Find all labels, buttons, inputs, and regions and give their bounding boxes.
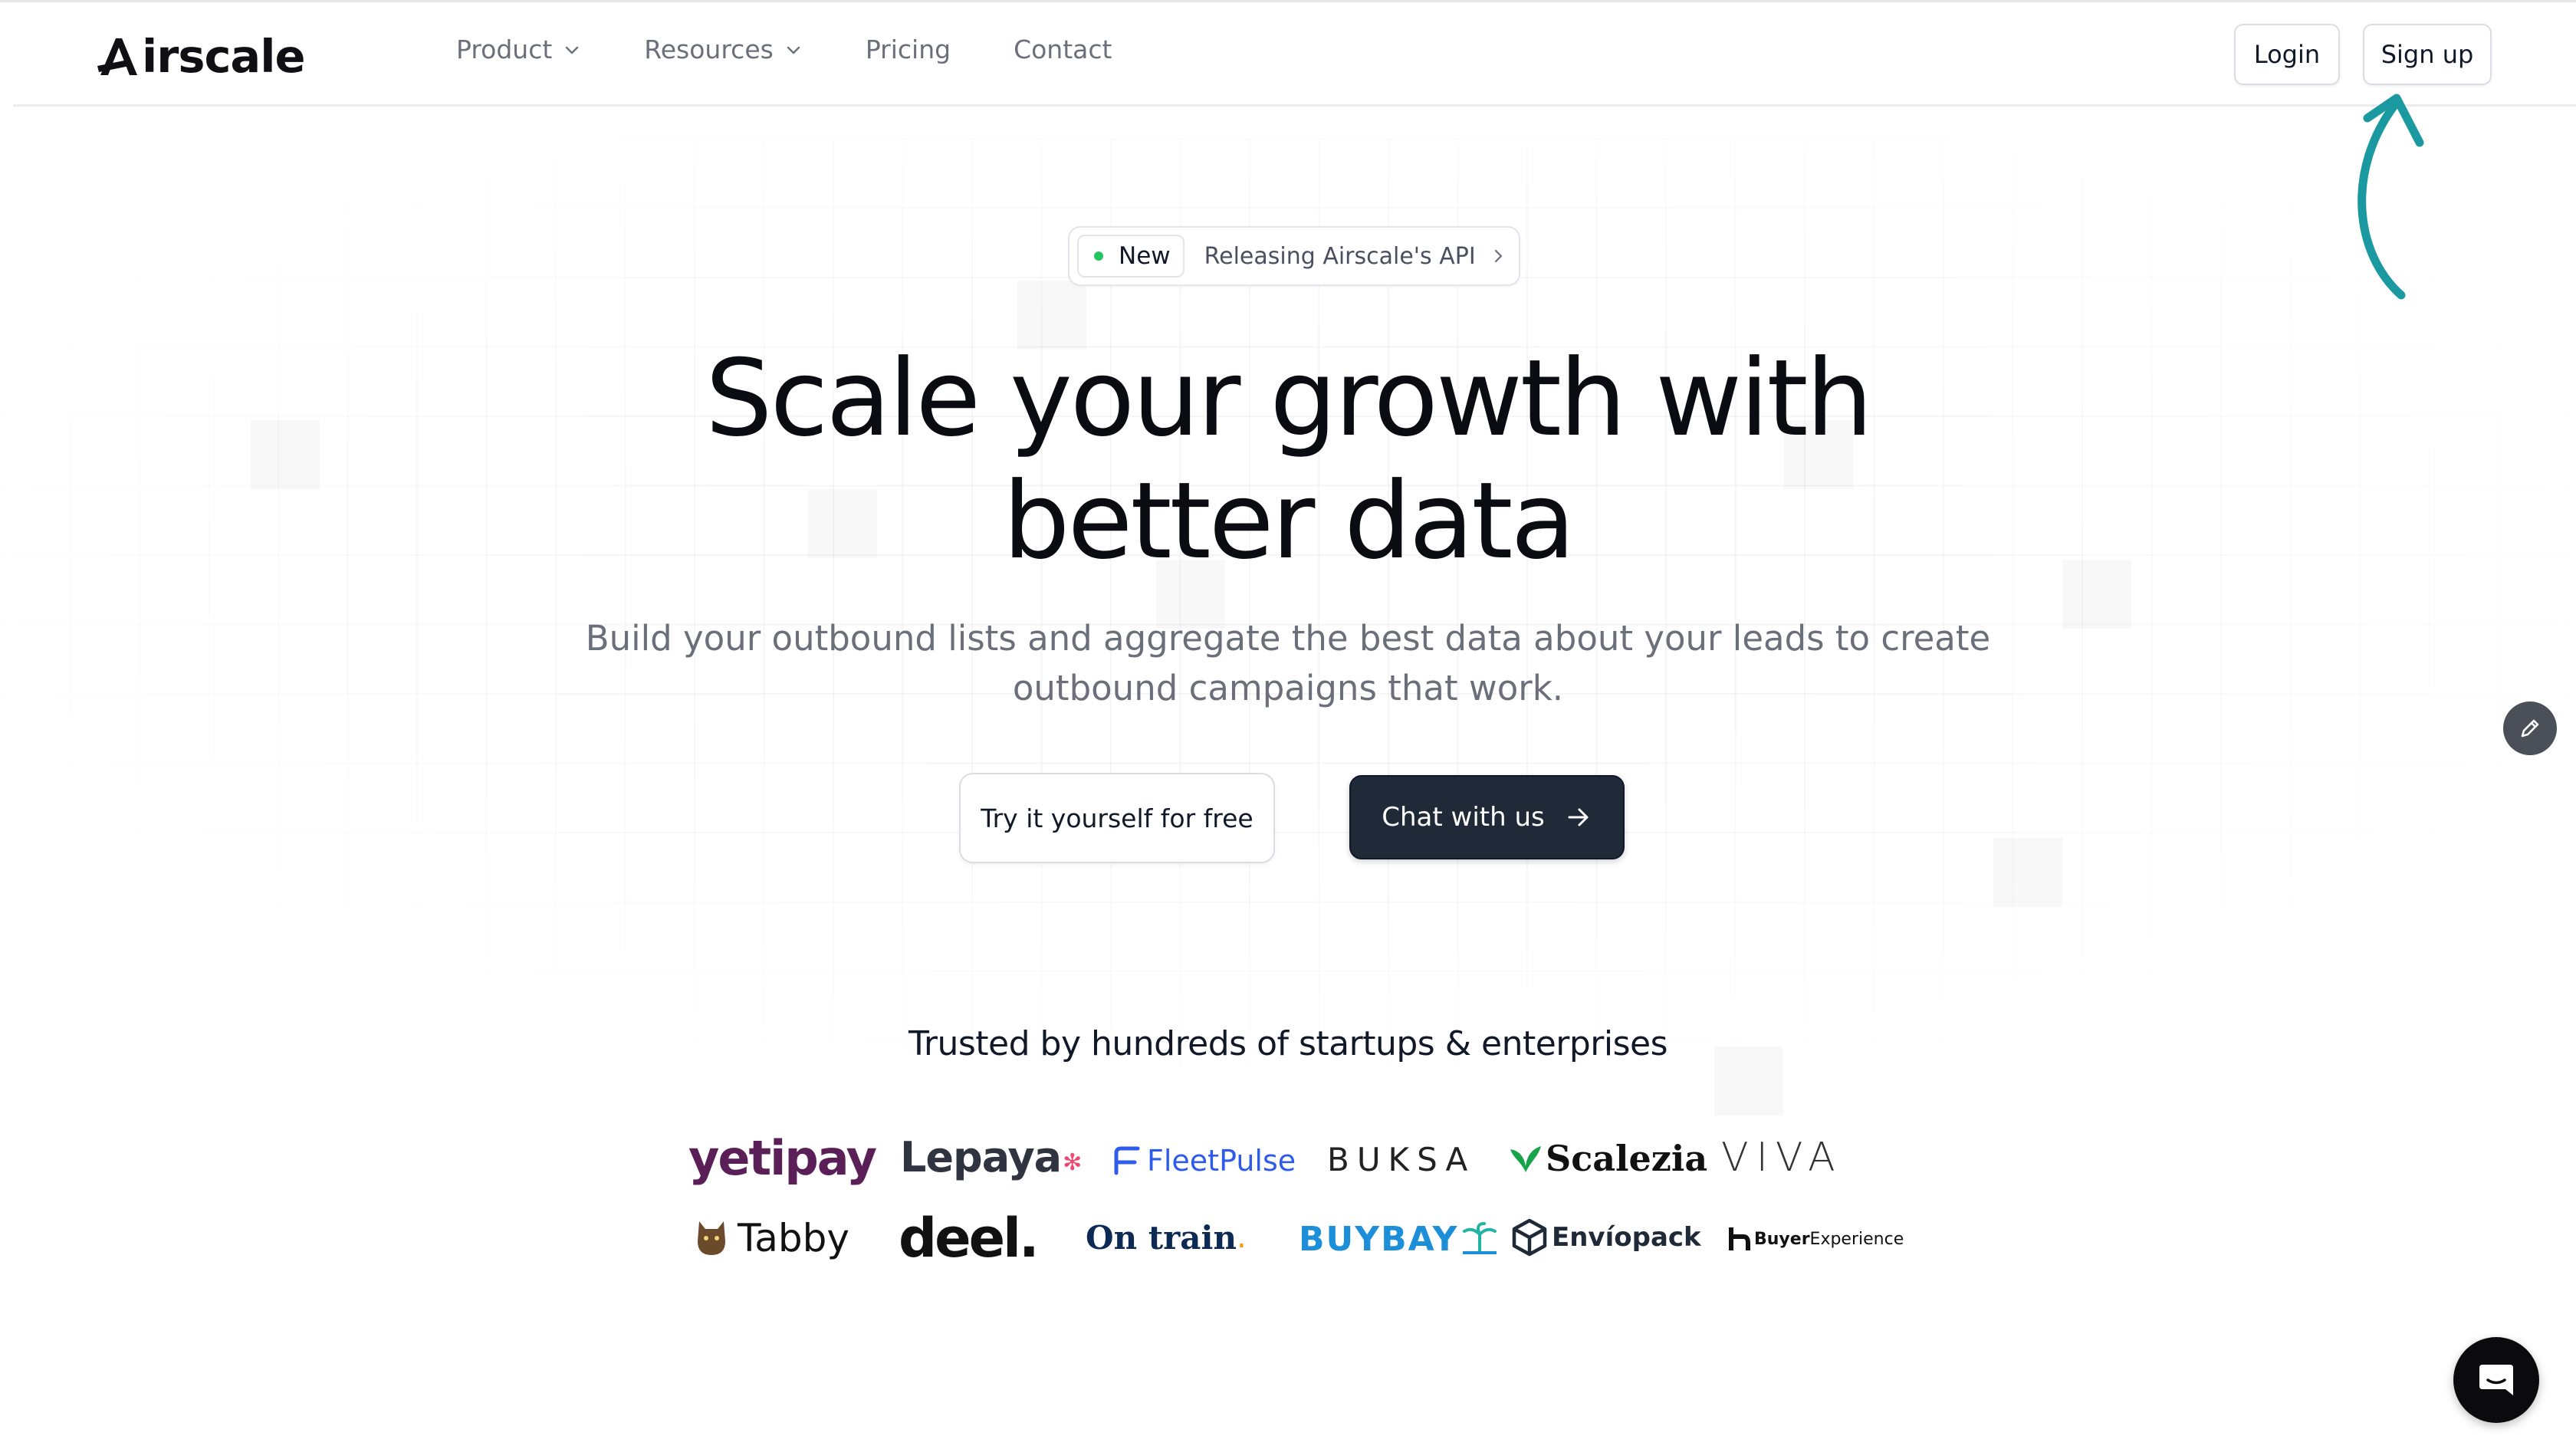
buybay-logo-text: BUYBAY	[1299, 1219, 1459, 1259]
yetipay-logo-text: yetipay	[688, 1129, 877, 1186]
buyer-experience-word-bold: Buyer	[1754, 1229, 1810, 1249]
nav-item-product[interactable]: Product	[456, 34, 581, 64]
chat-bubble-icon	[2479, 1365, 2513, 1395]
brand-name: irscale	[142, 29, 305, 83]
scalezia-logo: Scalezia	[1509, 1132, 1707, 1185]
buyer-experience-logo: Buyer Experience	[1728, 1222, 1904, 1256]
buyer-experience-word: Experience	[1809, 1229, 1904, 1249]
viva-logo: VIVA	[1721, 1133, 1843, 1182]
chevron-down-icon	[566, 46, 579, 54]
chat-widget-button[interactable]	[2453, 1337, 2539, 1423]
fleetpulse-mark-icon	[1114, 1146, 1140, 1175]
leaf-icon	[1510, 1146, 1541, 1172]
chevron-right-icon	[1494, 249, 1502, 263]
pencil-icon	[2521, 719, 2539, 738]
trusted-heading: Trusted by hundreds of startups & enterp…	[908, 1024, 1668, 1063]
hero-title: Scale your growth with better data	[598, 337, 1978, 583]
tabby-cat-icon	[698, 1221, 725, 1255]
nav-item-label: Pricing	[865, 34, 951, 64]
lepaya-logo: Lepaya ✻	[900, 1130, 1082, 1184]
grid-highlight-cell	[251, 420, 320, 489]
enviopack-logo: Envíopack	[1512, 1213, 1701, 1262]
new-badge: New	[1077, 235, 1184, 278]
tabby-logo-text: Tabby	[738, 1216, 849, 1260]
deel-logo: deel.	[899, 1204, 1040, 1273]
announcement-pill[interactable]: New Releasing Airscale's API	[1068, 226, 1520, 286]
ontrain-logo-text: On train	[1086, 1218, 1237, 1257]
enviopack-box-icon	[1512, 1218, 1547, 1257]
deel-logo-text: deel.	[899, 1207, 1040, 1270]
hero-title-line1: Scale your growth with	[705, 337, 1873, 460]
edit-button[interactable]	[2503, 702, 2557, 755]
grid-highlight-cell	[2062, 560, 2131, 629]
airscale-a-logo-icon	[97, 38, 137, 75]
airscale-logo[interactable]: irscale	[96, 25, 305, 87]
chat-button-label: Chat with us	[1382, 802, 1545, 833]
navbar: irscale Product Resources Pricing Contac…	[13, 2, 2576, 107]
nav-item-contact[interactable]: Contact	[1014, 34, 1112, 64]
grid-highlight-cell	[1993, 838, 2062, 907]
buyer-experience-mark-icon	[1729, 1227, 1750, 1250]
arrow-right-icon	[1568, 808, 1589, 826]
fleetpulse-logo: FleetPulse	[1112, 1138, 1296, 1184]
scalezia-logo-text: Scalezia	[1546, 1138, 1708, 1179]
chat-with-us-button[interactable]: Chat with us	[1349, 775, 1625, 859]
ontrain-logo: On train .	[1086, 1214, 1247, 1260]
buksa-logo-text: BUKSA	[1327, 1140, 1476, 1178]
nav-item-label: Resources	[644, 34, 774, 64]
lepaya-logo-text: Lepaya	[900, 1132, 1062, 1181]
yetipay-logo: yetipay	[688, 1127, 877, 1188]
buybay-logo: BUYBAY	[1299, 1214, 1498, 1263]
enviopack-logo-text: Envíopack	[1552, 1222, 1701, 1253]
chevron-down-icon	[787, 46, 800, 54]
nav-item-label: Contact	[1014, 34, 1112, 64]
hero-subtitle: Build your outbound lists and aggregate …	[585, 618, 1991, 708]
nav-menu: Product Resources Pricing Contact	[456, 34, 1175, 64]
viva-logo-text: VIVA	[1721, 1135, 1843, 1181]
nav-item-label: Product	[456, 34, 553, 64]
new-badge-label: New	[1119, 242, 1171, 270]
nav-item-resources[interactable]: Resources	[644, 34, 803, 64]
fleetpulse-logo-text: FleetPulse	[1147, 1144, 1296, 1178]
announcement-text: Releasing Airscale's API	[1204, 242, 1476, 270]
status-dot	[1094, 251, 1103, 261]
login-button[interactable]: Login	[2234, 24, 2340, 85]
try-free-button[interactable]: Try it yourself for free	[959, 773, 1275, 863]
asterisk-icon: ✻	[1063, 1148, 1083, 1176]
hero-title-line2: better data	[1002, 459, 1576, 583]
signup-button[interactable]: Sign up	[2363, 24, 2492, 85]
buksa-logo: BUKSA	[1327, 1136, 1475, 1182]
dot-icon: .	[1236, 1220, 1247, 1255]
nav-item-pricing[interactable]: Pricing	[866, 34, 951, 64]
palm-tree-icon	[1463, 1222, 1497, 1254]
tabby-logo: Tabby	[695, 1211, 849, 1265]
